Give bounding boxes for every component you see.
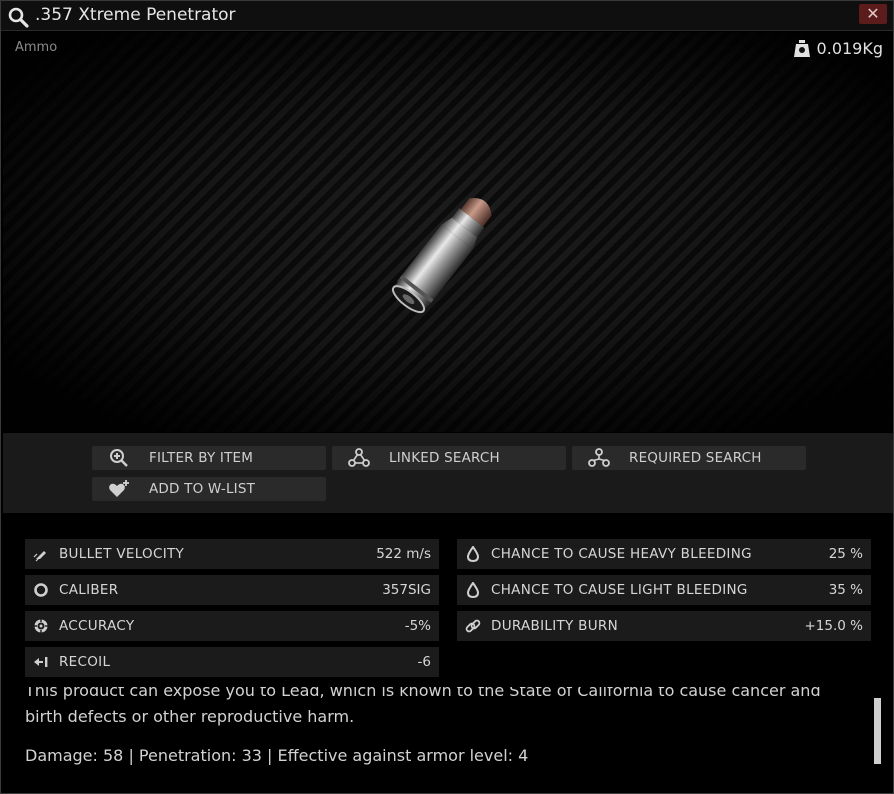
item-weight: 0.019Kg: [793, 38, 883, 58]
recoil-icon: [34, 657, 48, 667]
magnify-plus-icon: [110, 449, 128, 467]
weight-value: 0.019Kg: [816, 38, 883, 58]
stat-recoil: RECOIL -6: [25, 647, 439, 677]
linked-nodes-icon: [348, 448, 370, 467]
stat-value: 25 %: [828, 546, 863, 562]
item-inspect-window: .357 Xtreme Penetrator ✕ Ammo 0.019Kg FI…: [0, 0, 894, 794]
stat-name: CHANCE TO CAUSE HEAVY BLEEDING: [491, 546, 752, 562]
stat-name: CHANCE TO CAUSE LIGHT BLEEDING: [491, 582, 748, 598]
stat-name: ACCURACY: [59, 618, 135, 634]
stat-value: 357SIG: [382, 582, 431, 598]
title-bar[interactable]: .357 Xtreme Penetrator ✕: [1, 1, 893, 31]
item-category: Ammo: [15, 40, 58, 55]
item-description[interactable]: This product can expose you to Lead, whi…: [3, 687, 871, 793]
stat-durability-burn: DURABILITY BURN +15.0 %: [457, 611, 871, 641]
linked-search-label: LINKED SEARCH: [389, 450, 500, 466]
stat-caliber: CALIBER 357SIG: [25, 575, 439, 605]
blood-drop-icon: [466, 546, 480, 562]
description-stats-line: Damage: 58 | Penetration: 33 | Effective…: [25, 746, 529, 765]
required-search-button[interactable]: REQUIRED SEARCH: [572, 446, 806, 470]
add-to-wishlist-label: ADD TO W-LIST: [149, 481, 256, 497]
required-nodes-icon: [588, 448, 610, 467]
required-search-label: REQUIRED SEARCH: [629, 450, 762, 466]
add-to-wishlist-button[interactable]: ADD TO W-LIST: [92, 477, 326, 501]
description-line: This product can expose you to Lead, whi…: [25, 687, 821, 700]
filter-by-item-button[interactable]: FILTER BY ITEM: [92, 446, 326, 470]
stat-name: DURABILITY BURN: [491, 618, 618, 634]
stat-bullet-velocity: BULLET VELOCITY 522 m/s: [25, 539, 439, 569]
blood-drop-icon: [466, 582, 480, 598]
filter-by-item-label: FILTER BY ITEM: [149, 450, 254, 466]
chain-link-icon: [465, 619, 481, 633]
description-line: birth defects or other reproductive harm…: [25, 707, 355, 726]
stat-value: -6: [417, 654, 431, 670]
linked-search-button[interactable]: LINKED SEARCH: [332, 446, 566, 470]
weight-icon: [793, 40, 810, 57]
stat-name: CALIBER: [59, 582, 119, 598]
window-title: .357 Xtreme Penetrator: [35, 5, 236, 25]
stat-heavy-bleeding: CHANCE TO CAUSE HEAVY BLEEDING 25 %: [457, 539, 871, 569]
description-scrollbar[interactable]: [874, 698, 881, 764]
action-strip: FILTER BY ITEM LINKED SEARCH REQUIRED SE…: [3, 433, 893, 513]
stat-value: 522 m/s: [376, 546, 431, 562]
search-icon: [8, 7, 29, 28]
stat-value: -5%: [404, 618, 431, 634]
stat-accuracy: ACCURACY -5%: [25, 611, 439, 641]
stat-name: BULLET VELOCITY: [59, 546, 185, 562]
caliber-ring-icon: [34, 583, 48, 597]
close-button[interactable]: ✕: [859, 4, 887, 24]
item-preview: Ammo 0.019Kg: [3, 32, 893, 432]
bullet-velocity-icon: [33, 548, 47, 562]
heart-plus-icon: [109, 480, 129, 497]
stat-light-bleeding: CHANCE TO CAUSE LIGHT BLEEDING 35 %: [457, 575, 871, 605]
crosshair-icon: [34, 619, 48, 633]
stat-value: +15.0 %: [804, 618, 864, 634]
bullet-image: [391, 198, 492, 314]
stat-value: 35 %: [828, 582, 863, 598]
stat-name: RECOIL: [59, 654, 111, 670]
